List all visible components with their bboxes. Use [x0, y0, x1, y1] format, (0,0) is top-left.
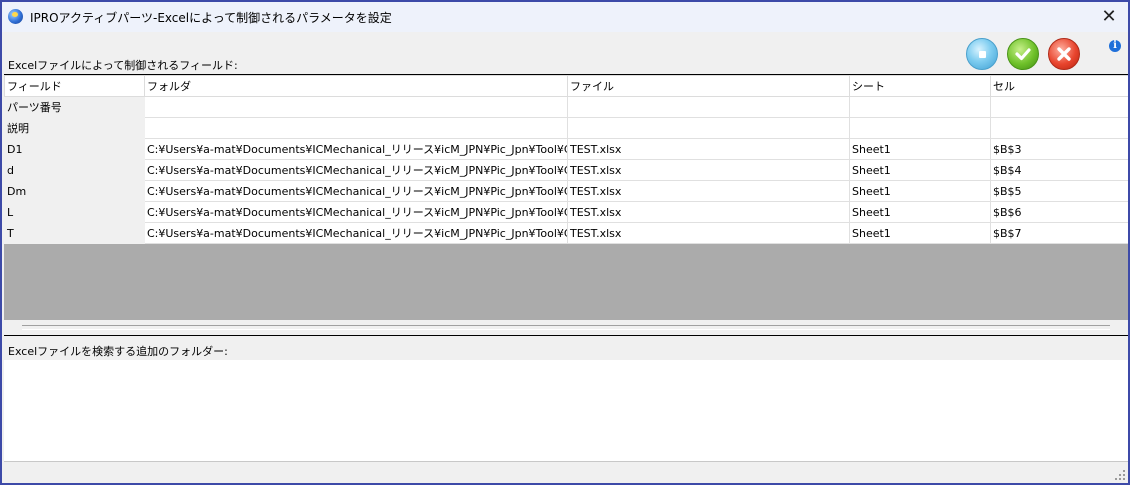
cell-ref-cell[interactable]: $B$3	[990, 138, 1128, 160]
sheet-cell[interactable]	[849, 117, 991, 139]
table-row[interactable]: パーツ番号	[4, 96, 1128, 118]
file-cell[interactable]: TEST.xlsx	[567, 180, 850, 202]
resize-grip-icon[interactable]	[1115, 470, 1126, 481]
column-header-cell[interactable]: セル	[990, 75, 1128, 97]
table-header-row: フィールド フォルダ ファイル シート セル	[4, 75, 1128, 97]
close-icon[interactable]: ✕	[1096, 4, 1122, 30]
sheet-cell[interactable]: Sheet1	[849, 201, 991, 223]
table-row[interactable]: Dm C:¥Users¥a-mat¥Documents¥ICMechanical…	[4, 180, 1128, 202]
ok-check-icon[interactable]	[1007, 38, 1039, 70]
table-row[interactable]: T C:¥Users¥a-mat¥Documents¥ICMechanical_…	[4, 222, 1128, 244]
dialog-window: IPROアクティブパーツ-Excelによって制御されるパラメータを設定 ✕ Ex…	[0, 0, 1130, 485]
sheet-cell[interactable]	[849, 96, 991, 118]
field-name-cell: d	[4, 159, 145, 181]
cell-ref-cell[interactable]: $B$5	[990, 180, 1128, 202]
folders-section-label: Excelファイルを検索する追加のフォルダー:	[8, 345, 228, 358]
folder-cell[interactable]: C:¥Users¥a-mat¥Documents¥ICMechanical_リリ…	[144, 180, 568, 202]
file-cell[interactable]	[567, 117, 850, 139]
sheet-cell[interactable]: Sheet1	[849, 180, 991, 202]
additional-folders-list[interactable]	[4, 360, 1128, 462]
app-icon	[8, 9, 23, 24]
column-header-file[interactable]: ファイル	[567, 75, 850, 97]
folder-cell[interactable]: C:¥Users¥a-mat¥Documents¥ICMechanical_リリ…	[144, 201, 568, 223]
panel-splitter[interactable]	[22, 325, 1110, 330]
sheet-cell[interactable]: Sheet1	[849, 159, 991, 181]
table-row[interactable]: D1 C:¥Users¥a-mat¥Documents¥ICMechanical…	[4, 138, 1128, 160]
field-name-cell: L	[4, 201, 145, 223]
file-cell[interactable]: TEST.xlsx	[567, 159, 850, 181]
title-bar: IPROアクティブパーツ-Excelによって制御されるパラメータを設定 ✕	[2, 2, 1128, 32]
cell-ref-cell[interactable]: $B$7	[990, 222, 1128, 244]
field-name-cell: D1	[4, 138, 145, 160]
fields-table: フィールド フォルダ ファイル シート セル パーツ番号 説明 D1 C:¥Us…	[4, 75, 1128, 244]
field-name-cell: Dm	[4, 180, 145, 202]
column-header-sheet[interactable]: シート	[849, 75, 991, 97]
cell-ref-cell[interactable]	[990, 96, 1128, 118]
cancel-x-icon[interactable]	[1048, 38, 1080, 70]
sheet-cell[interactable]: Sheet1	[849, 138, 991, 160]
window-title: IPROアクティブパーツ-Excelによって制御されるパラメータを設定	[30, 11, 392, 25]
cell-ref-cell[interactable]	[990, 117, 1128, 139]
column-header-folder[interactable]: フォルダ	[144, 75, 568, 97]
fields-grid: フィールド フォルダ ファイル シート セル パーツ番号 説明 D1 C:¥Us…	[4, 74, 1128, 320]
table-row[interactable]: d C:¥Users¥a-mat¥Documents¥ICMechanical_…	[4, 159, 1128, 181]
field-name-cell: パーツ番号	[4, 96, 145, 118]
field-name-cell: T	[4, 222, 145, 244]
cell-ref-cell[interactable]: $B$6	[990, 201, 1128, 223]
file-cell[interactable]: TEST.xlsx	[567, 138, 850, 160]
file-cell[interactable]: TEST.xlsx	[567, 222, 850, 244]
folder-cell[interactable]: C:¥Users¥a-mat¥Documents¥ICMechanical_リリ…	[144, 159, 568, 181]
file-cell[interactable]	[567, 96, 850, 118]
sheet-cell[interactable]: Sheet1	[849, 222, 991, 244]
cell-ref-cell[interactable]: $B$4	[990, 159, 1128, 181]
folder-cell[interactable]: C:¥Users¥a-mat¥Documents¥ICMechanical_リリ…	[144, 222, 568, 244]
folder-cell[interactable]	[144, 117, 568, 139]
folder-cell[interactable]	[144, 96, 568, 118]
fields-section-label: Excelファイルによって制御されるフィールド:	[8, 59, 238, 72]
field-name-cell: 説明	[4, 117, 145, 139]
column-header-field[interactable]: フィールド	[4, 75, 145, 97]
blue-square-button[interactable]	[966, 38, 998, 70]
section-divider	[4, 335, 1128, 336]
table-row[interactable]: L C:¥Users¥a-mat¥Documents¥ICMechanical_…	[4, 201, 1128, 223]
file-cell[interactable]: TEST.xlsx	[567, 201, 850, 223]
info-icon[interactable]: i	[1109, 40, 1121, 52]
table-row[interactable]: 説明	[4, 117, 1128, 139]
folder-cell[interactable]: C:¥Users¥a-mat¥Documents¥ICMechanical_リリ…	[144, 138, 568, 160]
